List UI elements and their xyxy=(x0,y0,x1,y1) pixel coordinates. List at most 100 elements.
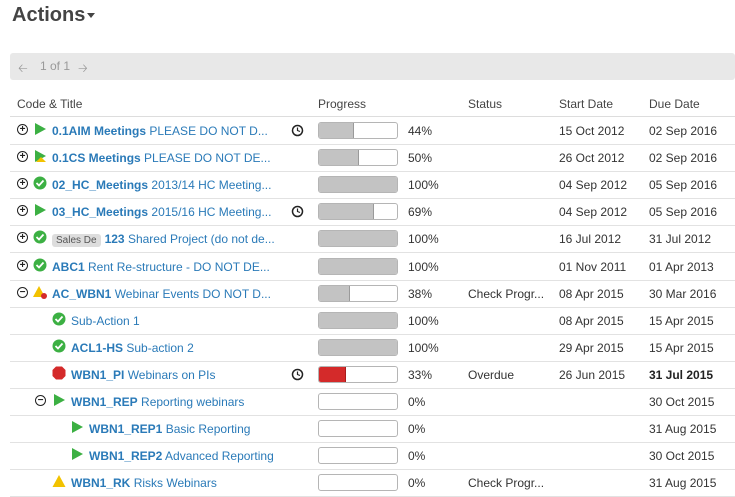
overdue-stop-icon xyxy=(52,366,66,380)
due-date: 15 Apr 2015 xyxy=(649,314,714,328)
due-date: 30 Mar 2016 xyxy=(649,287,717,301)
progress-bar xyxy=(318,230,398,247)
start-date: 26 Oct 2012 xyxy=(559,151,625,165)
expand-icon[interactable]: + xyxy=(17,178,28,189)
status-text: Overdue xyxy=(468,368,515,382)
history-icon[interactable] xyxy=(291,205,304,218)
action-link[interactable]: WBN1_REP2 Advanced Reporting xyxy=(89,449,274,463)
progress-percent: 100% xyxy=(408,232,439,246)
progress-fill xyxy=(319,177,397,192)
start-date: 15 Oct 2012 xyxy=(559,124,625,138)
due-date: 02 Sep 2016 xyxy=(649,151,718,165)
table-row[interactable]: + Sales De 123 Shared Project (do not de.… xyxy=(10,225,735,253)
action-link[interactable]: AC_WBN1 Webinar Events DO NOT D... xyxy=(52,287,271,301)
table-row[interactable]: − WBN1_REP Reporting webinars 0% 30 Oct … xyxy=(10,388,735,416)
status-text: Check Progr... xyxy=(468,476,545,490)
prev-page-icon[interactable]: 🡠 xyxy=(18,59,28,80)
table-row[interactable]: Sub-Action 1 100% 08 Apr 2015 15 Apr 201… xyxy=(10,307,735,335)
action-link[interactable]: WBN1_REP1 Basic Reporting xyxy=(89,422,250,436)
start-date: 29 Apr 2015 xyxy=(559,341,624,355)
in-progress-icon xyxy=(35,123,46,135)
in-progress-icon xyxy=(72,448,83,460)
progress-percent: 33% xyxy=(408,368,433,382)
progress-fill xyxy=(319,150,359,165)
table-row[interactable]: + 02_HC_Meetings 2013/14 HC Meeting... 1… xyxy=(10,171,735,199)
caret-down-icon xyxy=(87,13,96,19)
table-row[interactable]: WBN1_RK Risks Webinars 0% Check Progr...… xyxy=(10,469,735,497)
progress-bar xyxy=(318,474,398,491)
table-row[interactable]: ACL1-HS Sub-action 2 100% 29 Apr 2015 15… xyxy=(10,334,735,362)
due-date: 30 Oct 2015 xyxy=(649,449,715,463)
progress-percent: 100% xyxy=(408,260,439,274)
progress-bar xyxy=(318,366,398,383)
progress-percent: 0% xyxy=(408,449,426,463)
in-progress-icon xyxy=(54,394,65,406)
table-row[interactable]: + 03_HC_Meetings 2015/16 HC Meeting... 6… xyxy=(10,198,735,226)
collapse-icon[interactable]: − xyxy=(17,287,28,298)
in-progress-warning-icon xyxy=(35,150,46,162)
expand-icon[interactable]: + xyxy=(17,260,28,271)
table-row[interactable]: + 0.1AIM Meetings PLEASE DO NOT D... 44%… xyxy=(10,117,735,145)
header-status[interactable]: Status xyxy=(468,97,502,111)
progress-bar xyxy=(318,312,398,329)
table-row[interactable]: WBN1_REP2 Advanced Reporting 0% 30 Oct 2… xyxy=(10,442,735,470)
start-date: 08 Apr 2015 xyxy=(559,287,624,301)
table-row[interactable]: + ABC1 Rent Re-structure - DO NOT DE... … xyxy=(10,253,735,281)
header-progress[interactable]: Progress xyxy=(318,97,366,111)
progress-fill xyxy=(319,259,397,274)
completed-icon xyxy=(33,258,47,272)
next-page-icon[interactable]: 🡢 xyxy=(78,59,88,80)
due-date: 31 Aug 2015 xyxy=(649,476,717,490)
table-row[interactable]: + 0.1CS Meetings PLEASE DO NOT DE... 50%… xyxy=(10,144,735,172)
table-row[interactable]: WBN1_PI Webinars on PIs 33% Overdue 26 J… xyxy=(10,361,735,389)
table-header: Code & Title Progress Status Start Date … xyxy=(10,92,735,117)
action-link[interactable]: Sub-Action 1 xyxy=(71,314,140,328)
action-link[interactable]: ACL1-HS Sub-action 2 xyxy=(71,341,194,355)
action-link[interactable]: 02_HC_Meetings 2013/14 HC Meeting... xyxy=(52,178,271,192)
due-date: 30 Oct 2015 xyxy=(649,395,715,409)
progress-bar xyxy=(318,149,398,166)
completed-icon xyxy=(33,176,47,190)
action-link[interactable]: WBN1_REP Reporting webinars xyxy=(71,395,244,409)
progress-fill xyxy=(319,123,355,138)
progress-fill xyxy=(319,204,374,219)
collapse-icon[interactable]: − xyxy=(35,395,46,406)
history-icon[interactable] xyxy=(291,124,304,137)
expand-icon[interactable]: + xyxy=(17,124,28,135)
due-date: 31 Jul 2012 xyxy=(649,232,712,246)
action-link[interactable]: 0.1CS Meetings PLEASE DO NOT DE... xyxy=(52,151,271,165)
action-link[interactable]: WBN1_RK Risks Webinars xyxy=(71,476,217,490)
progress-percent: 38% xyxy=(408,287,433,301)
due-date: 31 Jul 2015 xyxy=(649,368,714,382)
progress-percent: 100% xyxy=(408,341,439,355)
status-text: Check Progr... xyxy=(468,287,545,301)
progress-bar xyxy=(318,258,398,275)
progress-percent: 50% xyxy=(408,151,433,165)
in-progress-icon xyxy=(35,204,46,216)
due-date: 02 Sep 2016 xyxy=(649,124,718,138)
expand-icon[interactable]: + xyxy=(17,205,28,216)
history-icon[interactable] xyxy=(291,368,304,381)
progress-fill xyxy=(319,313,397,328)
action-link[interactable]: Sales De 123 Shared Project (do not de... xyxy=(52,232,275,247)
progress-percent: 100% xyxy=(408,178,439,192)
action-link[interactable]: 0.1AIM Meetings PLEASE DO NOT D... xyxy=(52,124,268,138)
action-link[interactable]: 03_HC_Meetings 2015/16 HC Meeting... xyxy=(52,205,271,219)
table-row[interactable]: WBN1_REP1 Basic Reporting 0% 31 Aug 2015 xyxy=(10,415,735,443)
page-title[interactable]: Actions xyxy=(12,4,96,27)
expand-icon[interactable]: + xyxy=(17,151,28,162)
progress-bar xyxy=(318,285,398,302)
start-date: 16 Jul 2012 xyxy=(559,232,622,246)
progress-percent: 44% xyxy=(408,124,433,138)
progress-bar xyxy=(318,339,398,356)
table-row[interactable]: − AC_WBN1 Webinar Events DO NOT D... 38%… xyxy=(10,280,735,308)
progress-bar xyxy=(318,122,398,139)
header-start-date[interactable]: Start Date xyxy=(559,97,613,111)
action-link[interactable]: WBN1_PI Webinars on PIs xyxy=(71,368,216,382)
team-badge: Sales De xyxy=(52,234,101,247)
expand-icon[interactable]: + xyxy=(17,232,28,243)
in-progress-icon xyxy=(72,421,83,433)
action-link[interactable]: ABC1 Rent Re-structure - DO NOT DE... xyxy=(52,260,270,274)
header-due-date[interactable]: Due Date xyxy=(649,97,700,111)
header-code-title[interactable]: Code & Title xyxy=(17,97,82,111)
